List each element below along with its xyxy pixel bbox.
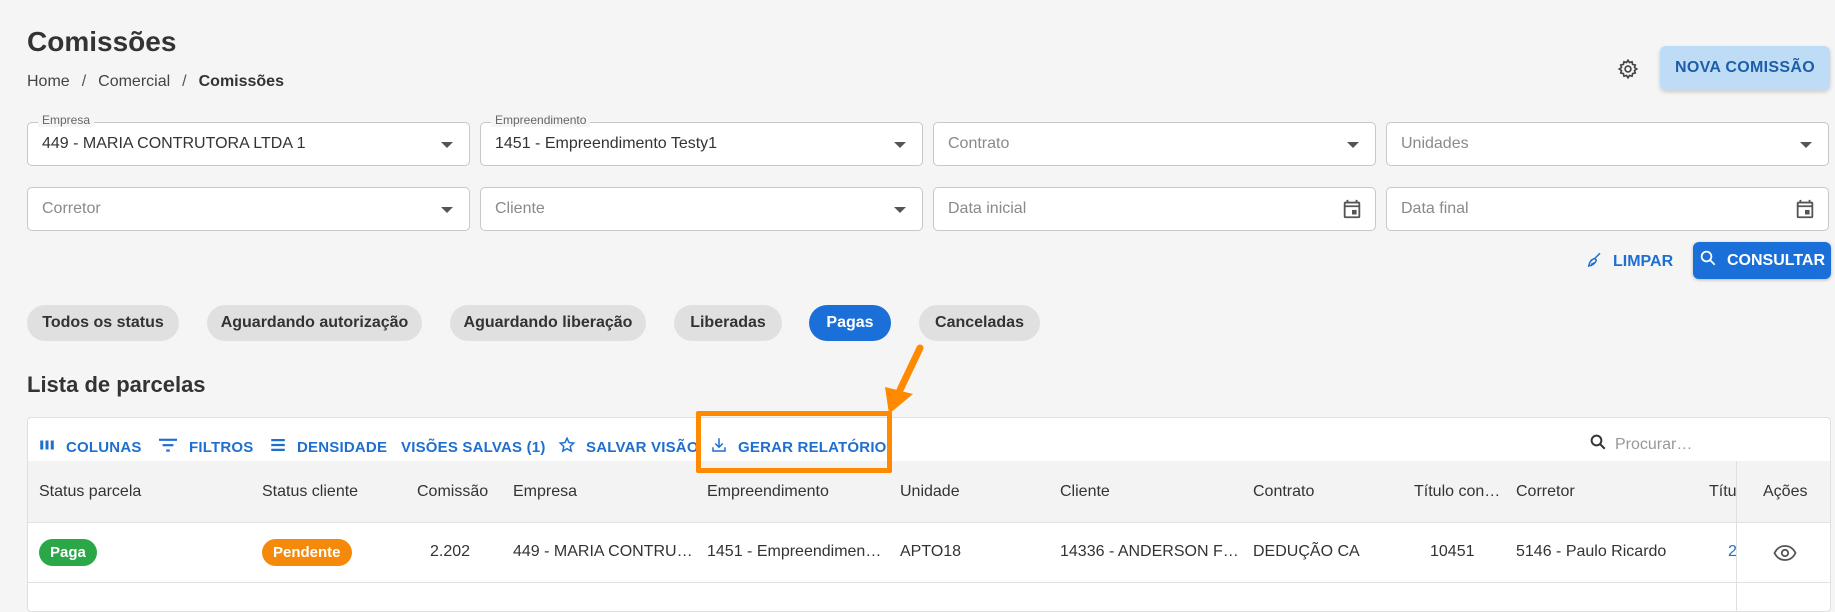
nova-comissao-button[interactable]: NOVA COMISSÃO: [1660, 46, 1830, 90]
chevron-down-icon: [441, 142, 453, 148]
empresa-value: 449 - MARIA CONTRUTORA LTDA 1: [42, 135, 306, 152]
star-icon: [558, 436, 576, 458]
chevron-down-icon: [894, 142, 906, 148]
column-header[interactable]: Comissão: [417, 483, 488, 501]
breadcrumb-current: Comissões: [198, 73, 284, 90]
chevron-down-icon: [1800, 142, 1812, 148]
empreendimento-select[interactable]: Empreendimento 1451 - Empreendimento Tes…: [480, 113, 923, 166]
columns-icon: [38, 436, 56, 458]
actions-column-divider: [1736, 461, 1737, 611]
density-button[interactable]: DENSIDADE: [269, 432, 387, 462]
status-badge: Pendente: [262, 539, 352, 566]
save-view-label: SALVAR VISÃO: [586, 438, 699, 456]
chip-aguardando-autorizacao[interactable]: Aguardando autorização: [207, 305, 422, 341]
corretor-select[interactable]: Corretor: [27, 187, 470, 231]
calendar-icon[interactable]: [1794, 198, 1816, 225]
column-header[interactable]: Empresa: [513, 483, 577, 501]
search-icon: [1699, 249, 1717, 272]
corretor-placeholder: Corretor: [42, 200, 101, 217]
list-title: Lista de parcelas: [27, 372, 206, 397]
calendar-icon[interactable]: [1341, 198, 1363, 225]
chip-aguardando-liberacao[interactable]: Aguardando liberação: [450, 305, 646, 341]
data-inicial-placeholder: Data inicial: [948, 200, 1027, 217]
empreendimento-value: 1451 - Empreendimento Testy1: [495, 135, 718, 152]
cell-contrato: DEDUÇÃO CA: [1253, 543, 1360, 560]
column-header[interactable]: Status cliente: [262, 483, 358, 501]
cell-cliente: 14336 - ANDERSON F…: [1060, 543, 1239, 560]
column-header[interactable]: Título con…: [1414, 483, 1500, 501]
cell-unidade: APTO18: [900, 543, 962, 560]
filters-label: FILTROS: [189, 438, 254, 456]
breadcrumb-comercial[interactable]: Comercial: [98, 73, 170, 91]
chip-canceladas[interactable]: Canceladas: [919, 305, 1040, 341]
breadcrumb-separator: /: [81, 73, 87, 90]
filter-icon: [157, 436, 179, 458]
filters-button[interactable]: FILTROS: [157, 432, 253, 462]
consultar-label: CONSULTAR: [1726, 251, 1826, 269]
density-label: DENSIDADE: [297, 438, 388, 456]
download-icon: [710, 436, 728, 458]
chip-pagas[interactable]: Pagas: [809, 305, 891, 341]
breadcrumb-separator: /: [182, 73, 187, 90]
column-header[interactable]: Corretor: [1516, 483, 1575, 501]
chevron-down-icon: [441, 207, 453, 213]
data-final-field[interactable]: Data final: [1386, 187, 1829, 231]
search-placeholder: Procurar…: [1615, 435, 1693, 453]
status-badge: Paga: [39, 539, 97, 566]
data-grid: COLUNAS FILTROS DENSIDADE VISÕES SALVAS …: [27, 417, 1831, 612]
data-inicial-field[interactable]: Data inicial: [933, 187, 1376, 231]
table-row[interactable]: Paga Pendente 2.202 449 - MARIA CONTRU… …: [28, 523, 1830, 583]
cell-empreendimento: 1451 - Empreendimen…: [707, 543, 882, 560]
column-header[interactable]: Empreendimento: [707, 483, 829, 501]
density-icon: [269, 436, 287, 458]
chip-liberadas[interactable]: Liberadas: [674, 305, 782, 341]
chevron-down-icon: [1347, 142, 1359, 148]
generate-report-label: GERAR RELATÓRIO: [738, 438, 887, 456]
generate-report-button[interactable]: GERAR RELATÓRIO: [710, 432, 887, 462]
saved-views-button[interactable]: VISÕES SALVAS (1): [401, 432, 546, 462]
saved-views-label: VISÕES SALVAS (1): [401, 438, 546, 456]
chip-todos-status[interactable]: Todos os status: [27, 305, 179, 341]
column-header[interactable]: Títu: [1709, 483, 1736, 501]
column-header[interactable]: Unidade: [900, 483, 960, 501]
eye-icon[interactable]: [1773, 543, 1797, 568]
empreendimento-label: Empreendimento: [491, 113, 591, 127]
page-title: Comissões: [27, 26, 177, 57]
limpar-button[interactable]: LIMPAR: [1585, 244, 1673, 280]
table-header: Status parcela Status cliente Comissão E…: [28, 461, 1830, 523]
breadcrumb-home[interactable]: Home: [27, 73, 70, 91]
cell-titulo-con: 10451: [1430, 543, 1475, 560]
cell-corretor: 5146 - Paulo Ricardo: [1516, 543, 1667, 560]
gear-icon[interactable]: [1615, 56, 1641, 82]
empresa-select[interactable]: Empresa 449 - MARIA CONTRUTORA LTDA 1: [27, 113, 470, 166]
unidades-placeholder: Unidades: [1401, 135, 1469, 152]
columns-label: COLUNAS: [66, 438, 142, 456]
search-input[interactable]: Procurar…: [1583, 428, 1823, 462]
column-header[interactable]: Contrato: [1253, 483, 1314, 501]
unidades-select[interactable]: Unidades: [1386, 122, 1829, 166]
column-header[interactable]: Status parcela: [39, 483, 141, 501]
cliente-placeholder: Cliente: [495, 200, 545, 217]
column-header[interactable]: Cliente: [1060, 483, 1110, 501]
consultar-button[interactable]: CONSULTAR: [1693, 242, 1831, 279]
annotation-arrow-icon: [885, 344, 924, 414]
save-view-button[interactable]: SALVAR VISÃO: [558, 432, 699, 462]
limpar-label: LIMPAR: [1613, 253, 1674, 270]
broom-icon: [1585, 251, 1603, 274]
breadcrumb: Home / Comercial / Comissões: [27, 73, 284, 91]
columns-button[interactable]: COLUNAS: [38, 432, 142, 462]
data-final-placeholder: Data final: [1401, 200, 1469, 217]
contrato-select[interactable]: Contrato: [933, 122, 1376, 166]
cell-comissao: 2.202: [430, 543, 471, 560]
chevron-down-icon: [894, 207, 906, 213]
search-icon: [1589, 433, 1607, 456]
column-header-actions: Ações: [1763, 483, 1808, 500]
empresa-label: Empresa: [38, 113, 95, 127]
cliente-select[interactable]: Cliente: [480, 187, 923, 231]
cell-empresa: 449 - MARIA CONTRU…: [513, 543, 693, 560]
contrato-placeholder: Contrato: [948, 135, 1010, 152]
